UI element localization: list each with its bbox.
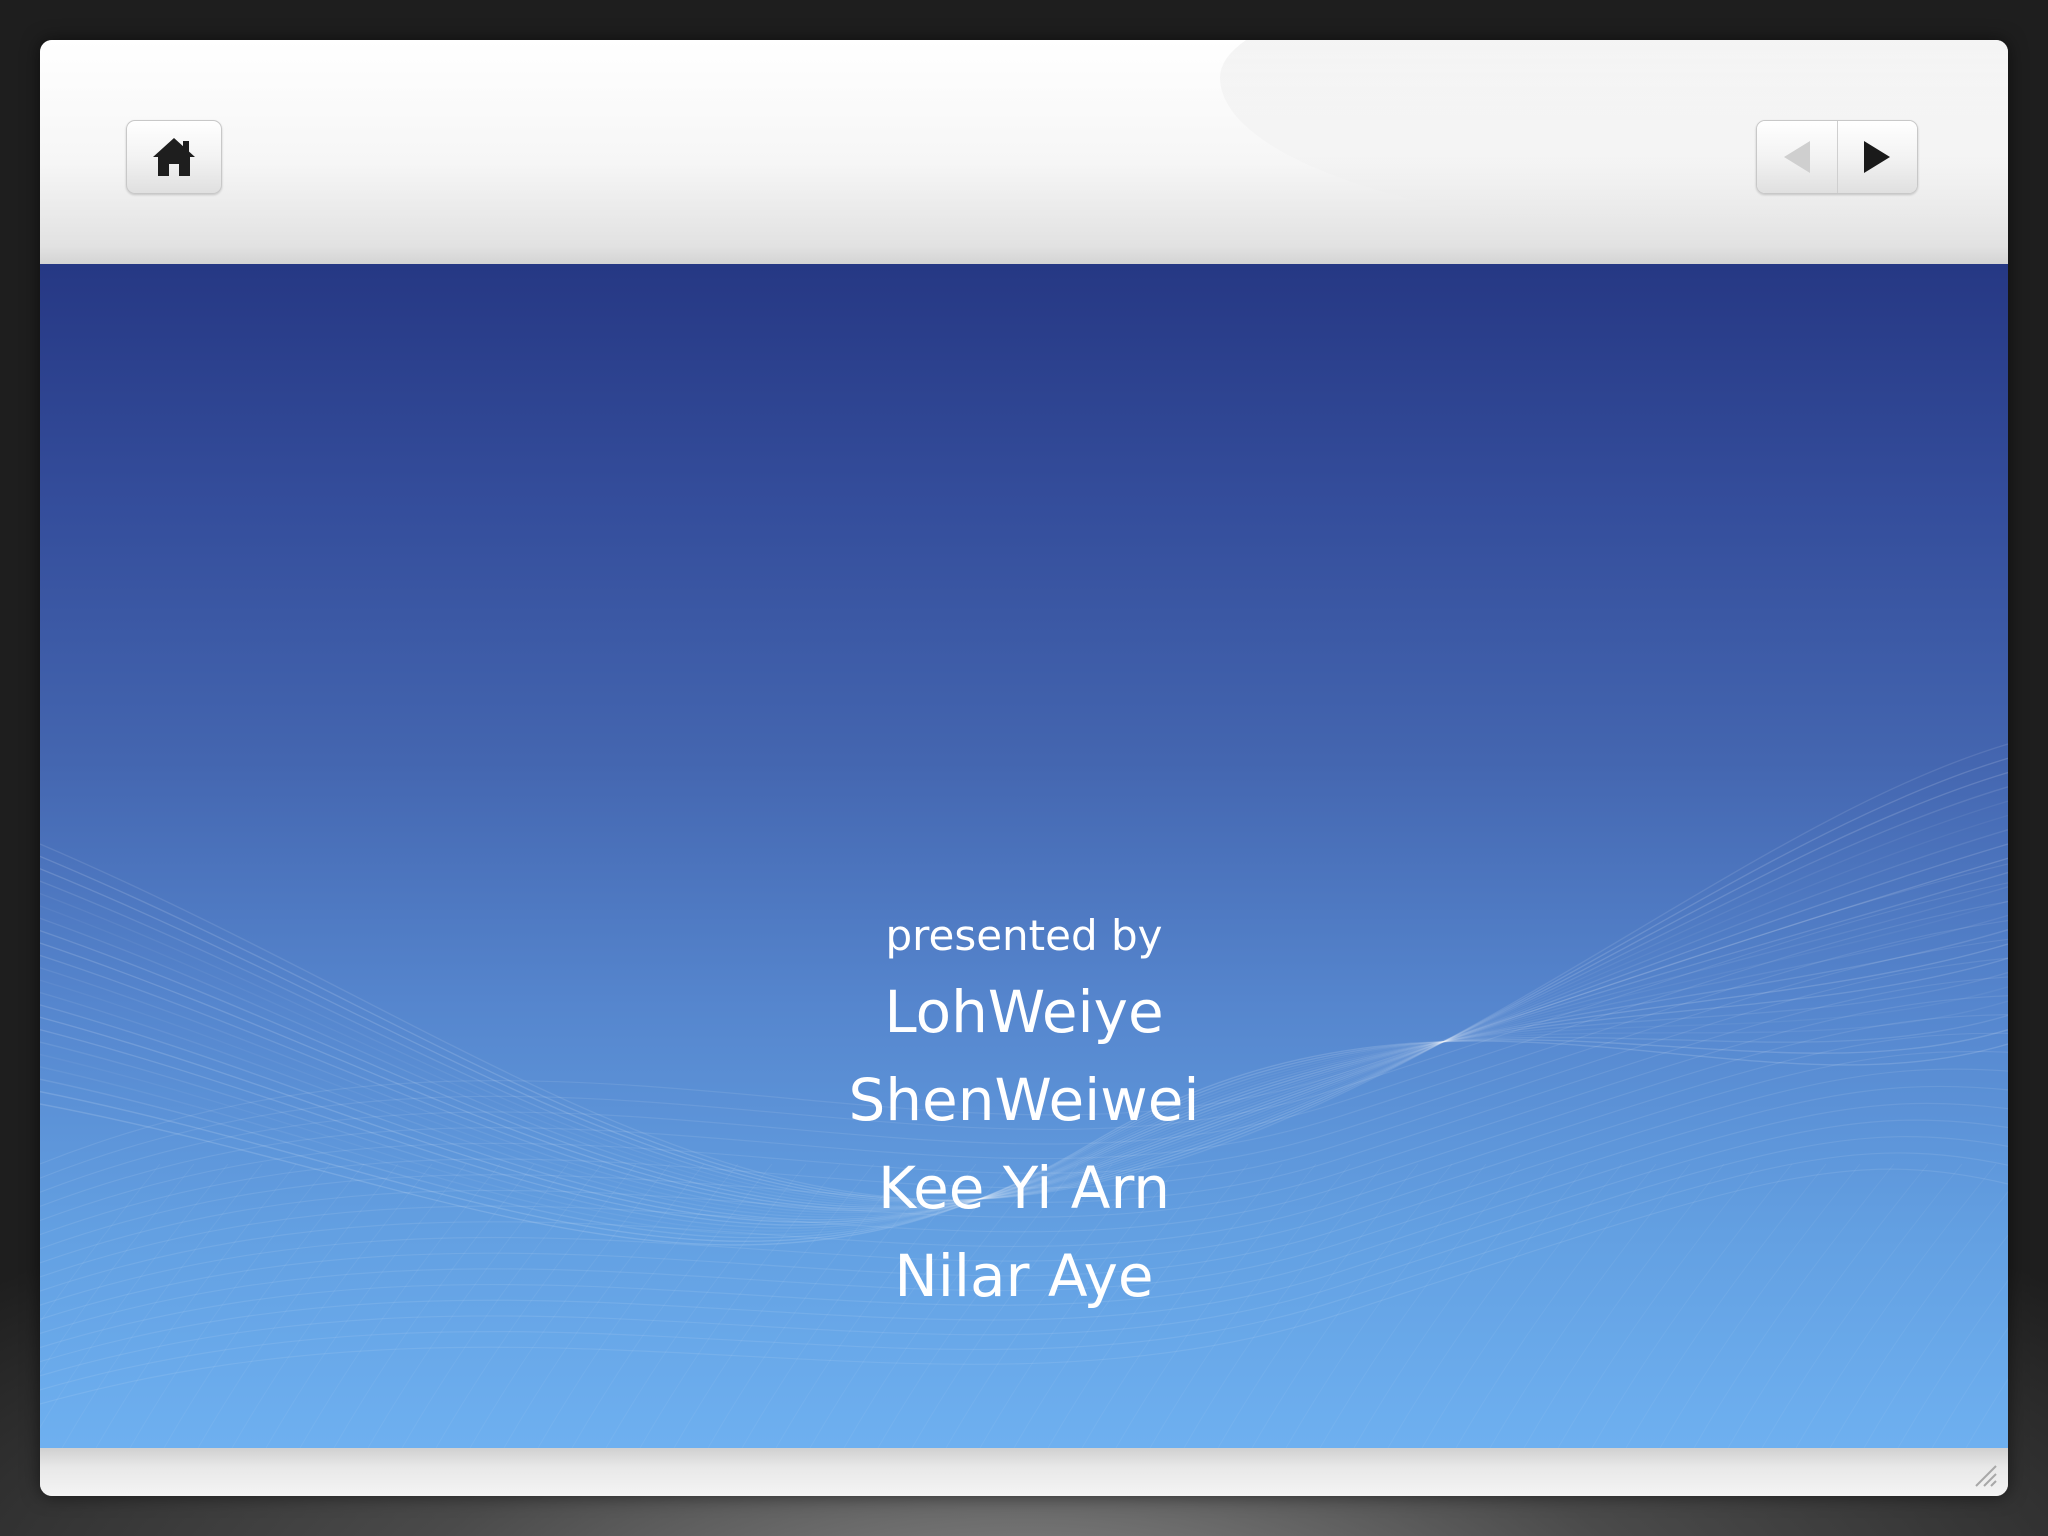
bottom-bar (40, 1448, 2008, 1496)
next-slide-button[interactable] (1837, 121, 1917, 193)
presentation-window: presented by LohWeiye ShenWeiwei Kee Yi … (40, 40, 2008, 1496)
resize-grip-icon[interactable] (1970, 1460, 1998, 1488)
presented-by-label: presented by (885, 911, 1163, 960)
top-toolbar (40, 40, 2008, 264)
previous-slide-button[interactable] (1757, 121, 1838, 193)
home-icon (153, 138, 195, 176)
triangle-right-icon (1864, 141, 1891, 173)
presenter-name: LohWeiye (884, 978, 1164, 1046)
slide-canvas: presented by LohWeiye ShenWeiwei Kee Yi … (40, 264, 2008, 1448)
triangle-left-icon (1783, 141, 1810, 173)
home-button[interactable] (126, 120, 222, 194)
presenter-name: Nilar Aye (894, 1242, 1154, 1310)
presenter-name: ShenWeiwei (848, 1066, 1200, 1134)
presenter-credits: presented by LohWeiye ShenWeiwei Kee Yi … (40, 904, 2008, 1320)
presenter-name: Kee Yi Arn (877, 1154, 1171, 1222)
slide-navigation (1756, 120, 1918, 194)
